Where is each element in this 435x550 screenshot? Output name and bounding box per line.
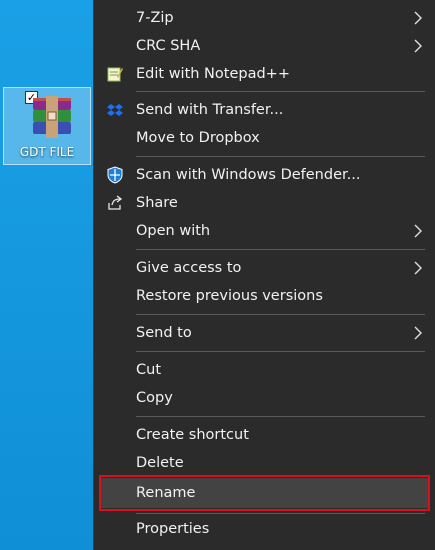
menu-separator bbox=[136, 513, 425, 514]
menu-item-label: Move to Dropbox bbox=[136, 130, 260, 146]
menu-item-label: Share bbox=[136, 195, 178, 211]
menu-item-label: Cut bbox=[136, 362, 161, 378]
menu-item-label: Edit with Notepad++ bbox=[136, 66, 290, 82]
menu-item-label: Give access to bbox=[136, 260, 242, 276]
menu-separator bbox=[136, 416, 425, 417]
menu-item-create-shortcut[interactable]: Create shortcut bbox=[94, 421, 435, 449]
menu-separator bbox=[136, 91, 425, 92]
chevron-right-icon bbox=[414, 11, 422, 25]
menu-separator bbox=[136, 351, 425, 352]
menu-item-label: Properties bbox=[136, 521, 210, 537]
menu-item-give-access[interactable]: Give access to bbox=[94, 254, 435, 282]
chevron-right-icon bbox=[414, 224, 422, 238]
menu-item-open-with[interactable]: Open with bbox=[94, 217, 435, 245]
menu-item-label: Open with bbox=[136, 223, 211, 239]
menu-item-share[interactable]: Share bbox=[94, 189, 435, 217]
menu-item-label: Create shortcut bbox=[136, 427, 249, 443]
chevron-right-icon bbox=[414, 39, 422, 53]
context-menu: 7-Zip CRC SHA Edit with Notepad++ Send w… bbox=[93, 0, 435, 550]
menu-item-scan-defender[interactable]: Scan with Windows Defender... bbox=[94, 161, 435, 189]
menu-item-send-to[interactable]: Send to bbox=[94, 319, 435, 347]
menu-item-label: Send with Transfer... bbox=[136, 102, 284, 118]
windows-defender-icon bbox=[106, 166, 124, 184]
chevron-right-icon bbox=[414, 326, 422, 340]
menu-separator bbox=[136, 249, 425, 250]
menu-item-label: Scan with Windows Defender... bbox=[136, 167, 361, 183]
menu-item-label: 7-Zip bbox=[136, 10, 174, 26]
menu-item-move-to-dropbox[interactable]: Move to Dropbox bbox=[94, 124, 435, 152]
share-icon bbox=[106, 194, 124, 212]
menu-item-crc-sha[interactable]: CRC SHA bbox=[94, 32, 435, 60]
menu-item-label: Copy bbox=[136, 390, 173, 406]
menu-item-delete[interactable]: Delete bbox=[94, 449, 435, 477]
menu-item-label: CRC SHA bbox=[136, 38, 201, 54]
menu-item-send-with-transfer[interactable]: Send with Transfer... bbox=[94, 96, 435, 124]
desktop-file-label: GDT FILE bbox=[19, 145, 75, 159]
menu-item-label: Rename bbox=[136, 485, 196, 501]
menu-item-label: Restore previous versions bbox=[136, 288, 323, 304]
menu-item-label: Delete bbox=[136, 455, 184, 471]
menu-item-copy[interactable]: Copy bbox=[94, 384, 435, 412]
menu-item-edit-notepad[interactable]: Edit with Notepad++ bbox=[94, 60, 435, 88]
menu-item-label: Send to bbox=[136, 325, 192, 341]
menu-separator bbox=[136, 314, 425, 315]
winrar-archive-icon bbox=[33, 96, 71, 138]
menu-item-cut[interactable]: Cut bbox=[94, 356, 435, 384]
chevron-right-icon bbox=[414, 261, 422, 275]
menu-item-7zip[interactable]: 7-Zip bbox=[94, 4, 435, 32]
menu-item-rename[interactable]: Rename bbox=[100, 478, 430, 508]
notepad-plus-plus-icon bbox=[106, 65, 124, 83]
dropbox-icon bbox=[106, 101, 124, 119]
menu-item-restore-versions[interactable]: Restore previous versions bbox=[94, 282, 435, 310]
menu-item-properties[interactable]: Properties bbox=[94, 515, 435, 543]
menu-separator bbox=[136, 156, 425, 157]
desktop-file-icon[interactable]: ✓ GDT FILE bbox=[3, 87, 91, 165]
